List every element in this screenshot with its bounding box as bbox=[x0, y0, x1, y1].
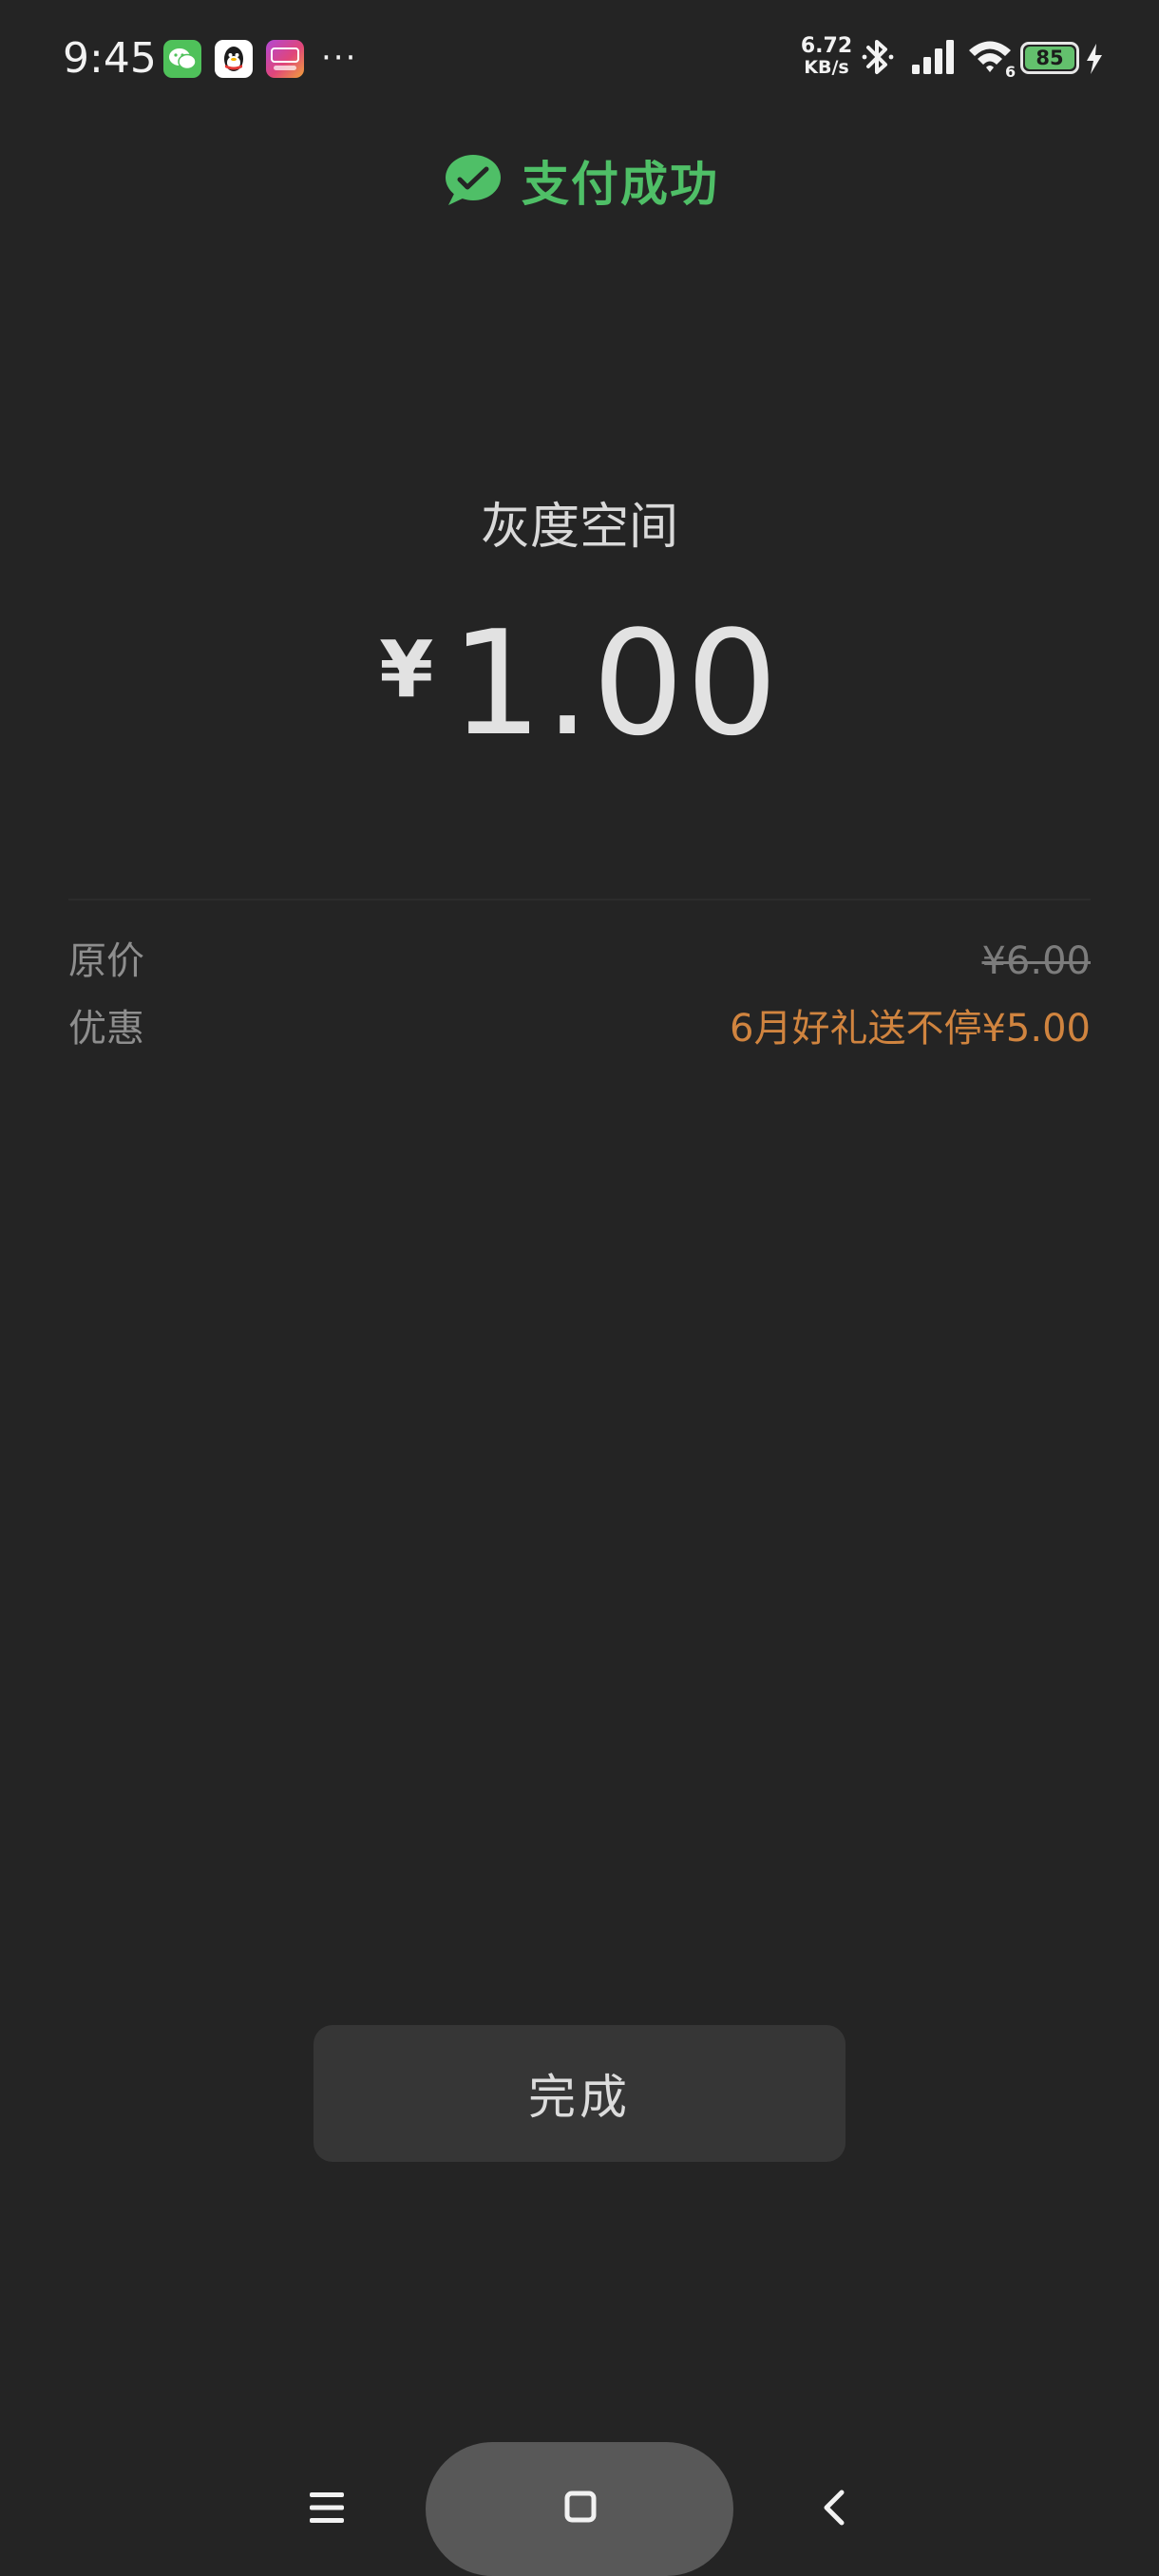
home-icon bbox=[564, 2491, 597, 2523]
payment-header: 支付成功 bbox=[0, 142, 1159, 218]
divider bbox=[68, 899, 1091, 900]
app-notification-icon bbox=[266, 40, 304, 78]
discount-label: 优惠 bbox=[68, 1007, 144, 1051]
payment-success-title: 支付成功 bbox=[522, 157, 719, 212]
more-notifications-icon: ··· bbox=[321, 39, 358, 77]
discount-value: 6月好礼送不停¥5.00 bbox=[730, 1007, 1091, 1051]
recent-apps-button[interactable] bbox=[310, 2491, 344, 2525]
status-bar: 9:45 ··· 6.72 KB/s 6 85 bbox=[0, 0, 1159, 114]
payment-success-screen: 9:45 ··· 6.72 KB/s 6 85 支付成功 灰度空间 ¥ 1.00… bbox=[0, 0, 1159, 2576]
wifi-icon: 6 bbox=[969, 41, 1016, 78]
wechat-notification-icon bbox=[163, 40, 201, 78]
amount-value: 1.00 bbox=[450, 599, 780, 767]
battery-indicator: 85 bbox=[1020, 42, 1079, 74]
wechat-pay-icon bbox=[446, 155, 501, 205]
currency-symbol: ¥ bbox=[379, 624, 434, 715]
bluetooth-icon bbox=[862, 40, 894, 74]
original-price-label: 原价 bbox=[68, 939, 144, 983]
network-speed-unit: KB/s bbox=[804, 57, 849, 78]
charging-icon bbox=[1087, 44, 1102, 74]
qq-notification-icon bbox=[215, 40, 253, 78]
merchant-name: 灰度空间 bbox=[480, 499, 678, 556]
original-price-row: 原价 ¥6.00 bbox=[68, 935, 1091, 988]
payment-amount: ¥ 1.00 bbox=[0, 608, 1159, 760]
battery-level: 85 bbox=[1025, 47, 1074, 69]
back-button[interactable] bbox=[821, 2489, 846, 2527]
network-speed-value: 6.72 bbox=[800, 34, 853, 58]
done-button[interactable]: 完成 bbox=[314, 2025, 846, 2162]
discount-row: 优惠 6月好礼送不停¥5.00 bbox=[68, 1002, 1091, 1055]
network-speed: 6.72 KB/s bbox=[800, 34, 853, 79]
original-price-value: ¥6.00 bbox=[981, 939, 1091, 983]
cellular-signal-icon bbox=[912, 40, 954, 74]
wifi-label: 6 bbox=[1005, 63, 1016, 78]
status-time: 9:45 bbox=[63, 34, 157, 83]
